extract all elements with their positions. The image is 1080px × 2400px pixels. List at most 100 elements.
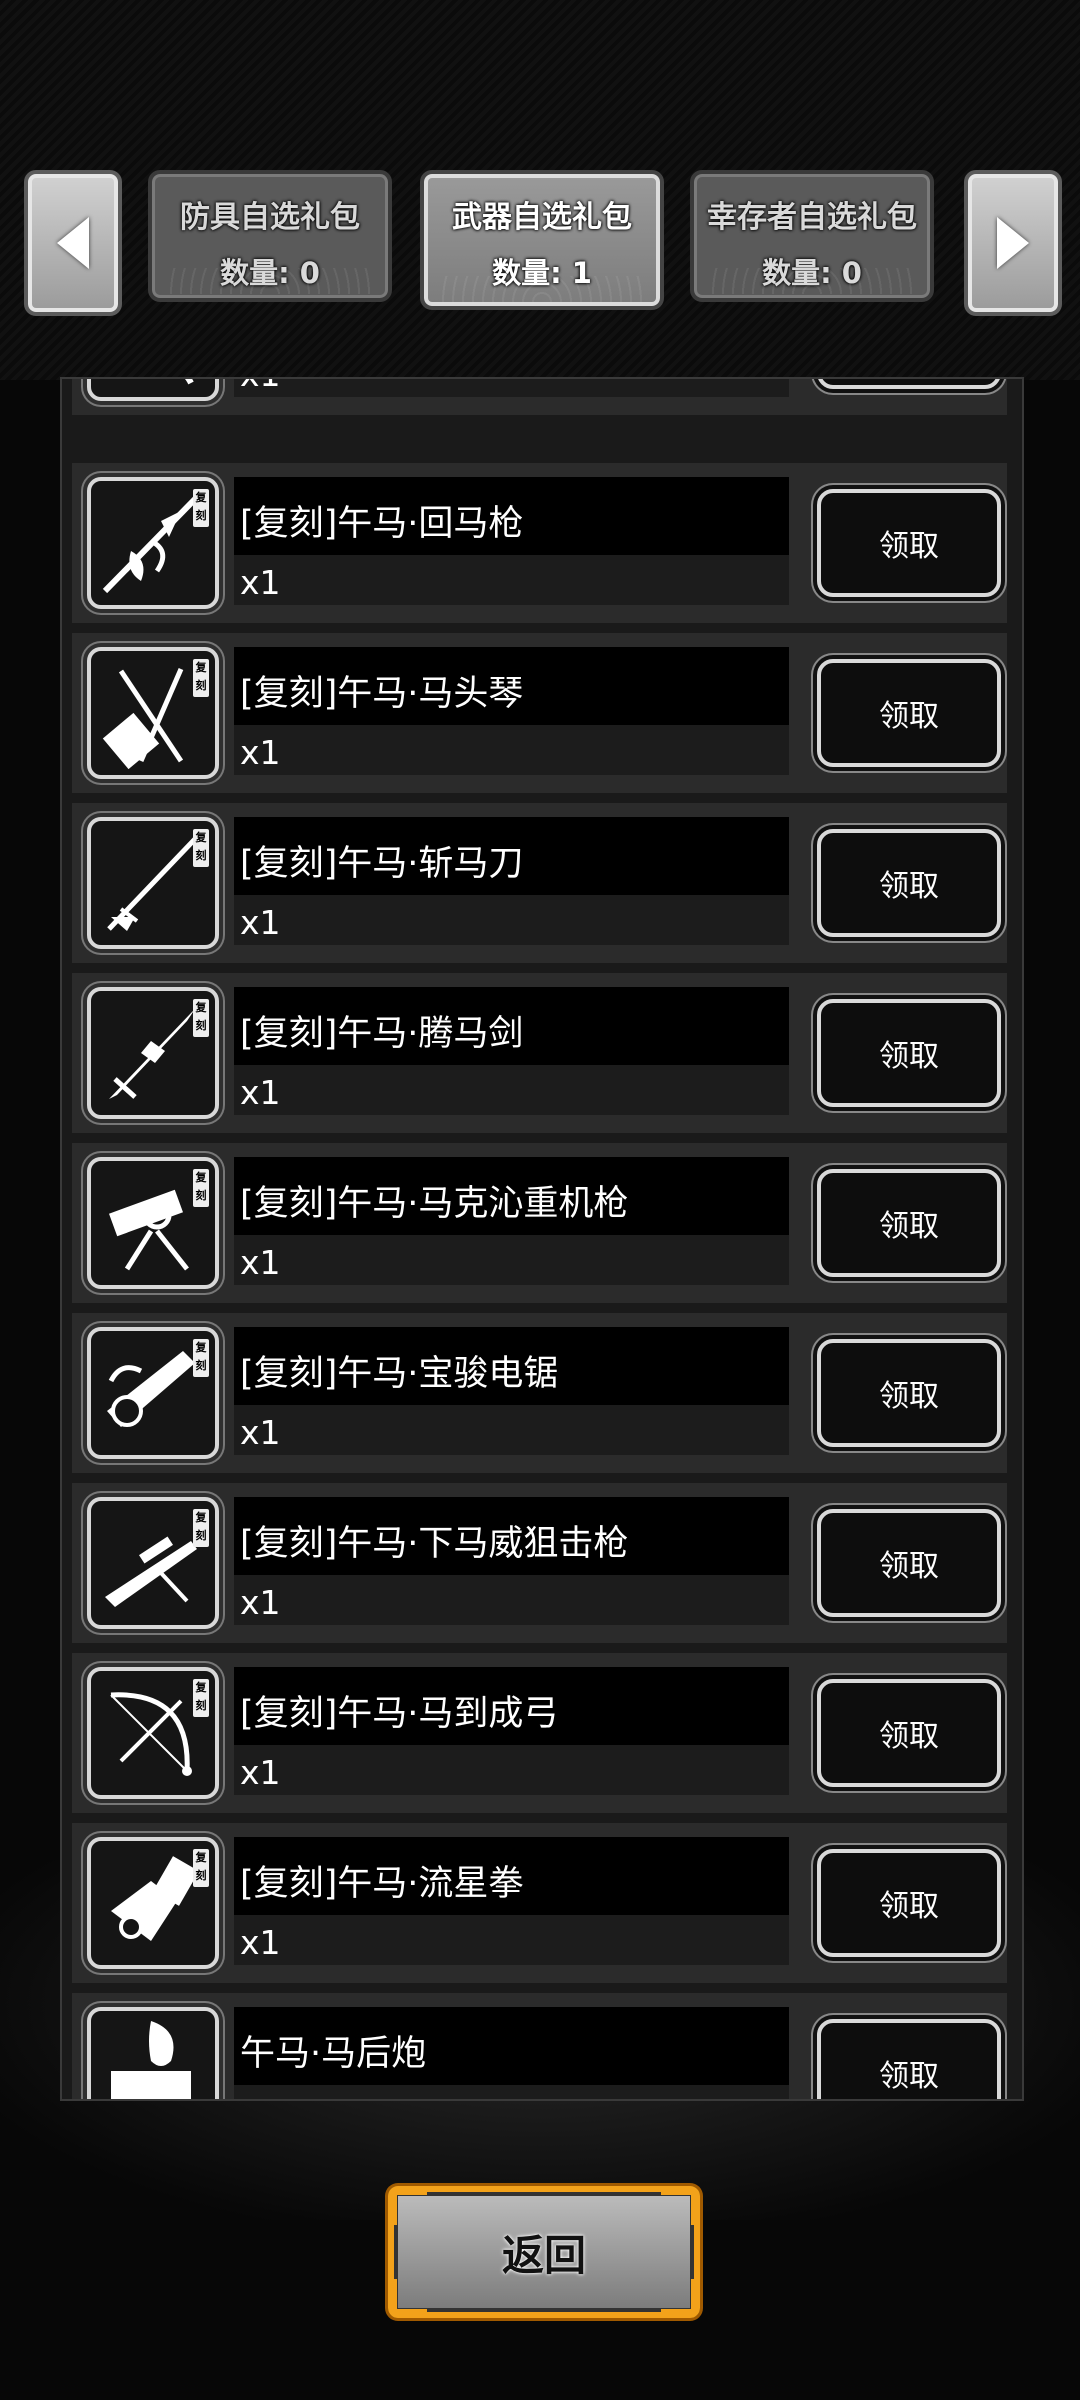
reprint-tag: 复刻 <box>193 1679 209 1717</box>
list-item: 复刻 [复刻]午马·马克沁重机枪 x1 领取 <box>72 1143 1007 1303</box>
wave-pattern <box>712 268 912 294</box>
item-qty-bar: x1 <box>234 1745 789 1795</box>
item-name: [复刻]午马·马到成弓 <box>240 1694 559 1734</box>
reprint-tag: 复刻 <box>193 829 209 867</box>
item-name-bar: [复刻]午马·下马威狙击枪 <box>234 1497 789 1575</box>
claim-button[interactable]: 领取 <box>817 1849 1001 1957</box>
claim-button[interactable]: 领取 <box>817 1679 1001 1787</box>
item-name: [复刻]午马·斩马刀 <box>240 844 524 884</box>
wave-pattern <box>170 268 370 294</box>
list-item: 复刻 [复刻]午马·腾马剑 x1 领取 <box>72 973 1007 1133</box>
tab-weapon-pack[interactable]: 武器自选礼包 数量: 1 <box>420 170 664 310</box>
item-name-bar: 午马·马后炮 <box>234 2007 789 2085</box>
item-name: [复刻]午马·马克沁重机枪 <box>240 1184 629 1224</box>
claim-button[interactable]: 领取 <box>817 2019 1001 2099</box>
item-qty-bar: x1 <box>234 1235 789 1285</box>
tab-armor-pack[interactable]: 防具自选礼包 数量: 0 <box>148 170 392 302</box>
list-item: 午马·马后炮 领取 <box>72 1993 1007 2099</box>
item-name-bar: [复刻]午马·回马枪 <box>234 477 789 555</box>
item-qty: x1 <box>240 379 281 394</box>
item-name: [复刻]午马·下马威狙击枪 <box>240 1524 629 1564</box>
list-item: 复刻 [复刻]午马·流星拳 x1 领取 <box>72 1823 1007 1983</box>
corner-ornament <box>661 2190 696 2225</box>
wave-pattern <box>442 276 642 302</box>
partial-weapon-icon <box>87 379 219 401</box>
list-item: x1 领取 <box>72 379 1007 415</box>
left-arrow-icon <box>57 217 89 269</box>
item-qty-bar: x1 <box>234 1065 789 1115</box>
right-arrow-icon <box>997 217 1029 269</box>
claim-button[interactable]: 领取 <box>817 489 1001 597</box>
claim-button[interactable]: 领取 <box>817 379 1001 389</box>
item-name: 午马·马后炮 <box>240 2034 427 2074</box>
gauntlet-icon: 复刻 <box>87 1837 219 1969</box>
spear-icon: 复刻 <box>87 477 219 609</box>
next-tab-button[interactable] <box>964 170 1062 316</box>
claim-button[interactable]: 领取 <box>817 1339 1001 1447</box>
tab-survivor-pack[interactable]: 幸存者自选礼包 数量: 0 <box>690 170 934 302</box>
reprint-tag: 复刻 <box>193 1169 209 1207</box>
item-qty: x1 <box>240 1413 281 1452</box>
item-qty-bar <box>234 2085 789 2099</box>
list-item: 复刻 [复刻]午马·下马威狙击枪 x1 领取 <box>72 1483 1007 1643</box>
list-item: 复刻 [复刻]午马·马到成弓 x1 领取 <box>72 1653 1007 1813</box>
bow-icon: 复刻 <box>87 1667 219 1799</box>
item-qty-bar: x1 <box>234 1575 789 1625</box>
horse-cannon-icon <box>87 2007 219 2099</box>
corner-ornament <box>392 2279 427 2314</box>
item-name-bar: [复刻]午马·流星拳 <box>234 1837 789 1915</box>
item-name-bar: [复刻]午马·马头琴 <box>234 647 789 725</box>
item-name-bar: [复刻]午马·宝骏电锯 <box>234 1327 789 1405</box>
claim-button[interactable]: 领取 <box>817 999 1001 1107</box>
item-qty-bar: x1 <box>234 725 789 775</box>
claim-button[interactable]: 领取 <box>817 1169 1001 1277</box>
reprint-tag: 复刻 <box>193 1509 209 1547</box>
list-item: 复刻 [复刻]午马·回马枪 x1 领取 <box>72 463 1007 623</box>
weapon-list[interactable]: x1 领取 复刻 [复刻]午马·回马枪 x1 领取 <box>60 377 1024 2101</box>
tab-title: 武器自选礼包 <box>452 200 632 235</box>
item-qty: x1 <box>240 563 281 602</box>
item-qty: x1 <box>240 1753 281 1792</box>
item-name: [复刻]午马·马头琴 <box>240 674 524 714</box>
item-qty-bar: x1 <box>234 379 789 397</box>
return-button[interactable]: 返回 <box>388 2186 700 2318</box>
item-name: [复刻]午马·宝骏电锯 <box>240 1354 559 1394</box>
item-qty-bar: x1 <box>234 1405 789 1455</box>
chainsaw-icon: 复刻 <box>87 1327 219 1459</box>
item-name-bar: [复刻]午马·斩马刀 <box>234 817 789 895</box>
reprint-tag: 复刻 <box>193 1849 209 1887</box>
reprint-tag: 复刻 <box>193 659 209 697</box>
reprint-tag: 复刻 <box>193 999 209 1037</box>
sniper-rifle-icon: 复刻 <box>87 1497 219 1629</box>
return-label: 返回 <box>501 2230 586 2280</box>
item-name-bar: [复刻]午马·腾马剑 <box>234 987 789 1065</box>
sword-icon: 复刻 <box>87 987 219 1119</box>
item-name: [复刻]午马·流星拳 <box>240 1864 524 1904</box>
list-item: 复刻 [复刻]午马·马头琴 x1 领取 <box>72 633 1007 793</box>
list-item: 复刻 [复刻]午马·宝骏电锯 x1 领取 <box>72 1313 1007 1473</box>
item-name: [复刻]午马·腾马剑 <box>240 1014 524 1054</box>
item-qty-bar: x1 <box>234 1915 789 1965</box>
item-qty: x1 <box>240 1923 281 1962</box>
corner-ornament <box>392 2190 427 2225</box>
item-qty-bar: x1 <box>234 895 789 945</box>
item-qty: x1 <box>240 903 281 942</box>
horsehead-fiddle-icon: 复刻 <box>87 647 219 779</box>
prev-tab-button[interactable] <box>24 170 122 316</box>
blade-icon: 复刻 <box>87 817 219 949</box>
item-qty: x1 <box>240 1243 281 1282</box>
item-name-bar: [复刻]午马·马克沁重机枪 <box>234 1157 789 1235</box>
claim-button[interactable]: 领取 <box>817 829 1001 937</box>
reprint-tag: 复刻 <box>193 1339 209 1377</box>
corner-ornament <box>661 2279 696 2314</box>
claim-button[interactable]: 领取 <box>817 659 1001 767</box>
item-qty-bar: x1 <box>234 555 789 605</box>
claim-button[interactable]: 领取 <box>817 1509 1001 1617</box>
item-name-bar: [复刻]午马·马到成弓 <box>234 1667 789 1745</box>
reprint-tag: 复刻 <box>193 489 209 527</box>
item-name: [复刻]午马·回马枪 <box>240 504 524 544</box>
heavy-machine-gun-icon: 复刻 <box>87 1157 219 1289</box>
item-qty: x1 <box>240 1073 281 1112</box>
item-qty: x1 <box>240 1583 281 1622</box>
tab-title: 防具自选礼包 <box>180 200 360 235</box>
